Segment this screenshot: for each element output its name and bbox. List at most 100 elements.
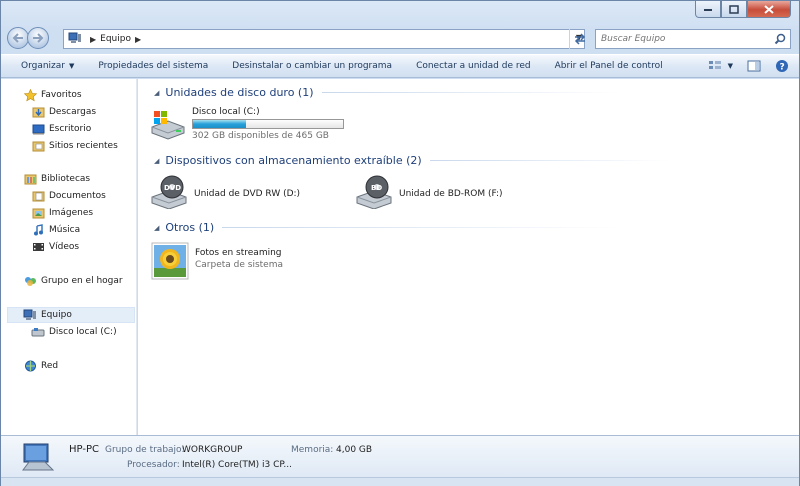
close-button[interactable] (747, 1, 791, 18)
pictures-icon (31, 206, 45, 220)
hard-drive-windows-icon (150, 109, 186, 144)
cpu-label: Procesador: (127, 460, 180, 470)
search-icon[interactable] (774, 33, 786, 48)
drive-dvd[interactable]: DVD Unidad de DVD RW (D:) (150, 175, 300, 212)
close-icon (764, 4, 774, 14)
minimize-icon (704, 9, 712, 11)
refresh-icon (574, 33, 585, 45)
item-label: Fotos en streaming (195, 248, 282, 258)
status-strip (1, 477, 799, 486)
computer-icon (68, 32, 82, 47)
nav-disco-local[interactable]: Disco local (C:) (31, 324, 117, 340)
cpu-value: Intel(R) Core(TM) i3 CP... (182, 460, 293, 470)
navigation-pane: Favoritos Descargas Escritorio Sitios re… (1, 79, 137, 435)
network-icon (23, 359, 37, 373)
hard-drive-icon (31, 325, 45, 339)
drive-label: Unidad de DVD RW (D:) (194, 189, 301, 199)
videos-icon (31, 240, 45, 254)
maximize-icon (729, 4, 739, 14)
open-control-panel-button[interactable]: Abrir el Panel de control (543, 61, 675, 71)
collapse-icon: ◢ (154, 88, 160, 97)
homegroup-icon (23, 274, 37, 288)
star-icon (23, 88, 37, 102)
documents-icon (31, 189, 45, 203)
computer-large-icon (21, 442, 57, 475)
view-tools: ▼ ? (708, 59, 789, 73)
desktop-icon (31, 122, 45, 136)
address-bar[interactable]: ▶ Equipo ▶ ▼ (63, 29, 585, 49)
breadcrumb-separator-icon[interactable]: ▶ (90, 35, 96, 44)
recent-places-icon (31, 139, 45, 153)
memory-label: Memoria: (291, 445, 334, 455)
workgroup-value: WORKGROUP (182, 445, 243, 455)
view-options-icon (708, 61, 721, 69)
nav-escritorio[interactable]: Escritorio (31, 121, 91, 137)
disk-usage-fill (193, 120, 246, 128)
breadcrumb-next-icon[interactable]: ▶ (135, 35, 141, 44)
nav-bibliotecas[interactable]: Bibliotecas (23, 171, 90, 187)
search-box[interactable] (595, 29, 791, 49)
music-icon (31, 223, 45, 237)
command-bar: Organizar ▼ Propiedades del sistema Desin… (1, 54, 799, 78)
collapse-icon: ◢ (154, 223, 160, 232)
group-divider (321, 92, 622, 93)
drive-bd-rom[interactable]: BD Unidad de BD-ROM (F:) (355, 175, 503, 212)
nav-descargas[interactable]: Descargas (31, 104, 96, 120)
nav-grupo-hogar[interactable]: Grupo en el hogar (23, 273, 123, 289)
details-pane: HP-PC Grupo de trabajo: WORKGROUP Memori… (1, 435, 799, 477)
downloads-folder-icon (31, 105, 45, 119)
back-button[interactable] (7, 27, 29, 49)
nav-videos[interactable]: Vídeos (31, 239, 79, 255)
group-header-otros[interactable]: ◢ Otros (1) (154, 221, 623, 234)
disk-usage-bar (192, 119, 344, 129)
group-divider (222, 227, 623, 228)
chevron-down-icon: ▼ (69, 62, 75, 70)
forward-button[interactable] (27, 27, 49, 49)
nav-equipo[interactable]: Equipo (7, 307, 135, 323)
maximize-button[interactable] (721, 1, 747, 18)
system-properties-button[interactable]: Propiedades del sistema (86, 61, 220, 71)
group-divider (429, 160, 670, 161)
nav-documentos[interactable]: Documentos (31, 188, 106, 204)
item-fotos-streaming[interactable]: Fotos en streaming Carpeta de sistema (151, 242, 283, 283)
nav-musica[interactable]: Música (31, 222, 80, 238)
workgroup-label: Grupo de trabajo: (105, 445, 185, 455)
nav-favoritos[interactable]: Favoritos (23, 87, 82, 103)
dvd-drive-icon: DVD (150, 175, 188, 212)
window-controls (695, 1, 791, 19)
search-input[interactable] (601, 34, 771, 44)
nav-red[interactable]: Red (23, 358, 58, 374)
drive-label: Unidad de BD-ROM (F:) (399, 189, 503, 199)
item-type: Carpeta de sistema (195, 260, 283, 270)
drive-free-space: 302 GB disponibles de 465 GB (192, 131, 329, 141)
group-header-hdd[interactable]: ◢ Unidades de disco duro (1) (154, 86, 622, 99)
sunflower-photo-icon (151, 242, 189, 283)
drive-disco-local[interactable]: Disco local (C:) 302 GB disponibles de 4… (150, 107, 344, 144)
nav-sitios-recientes[interactable]: Sitios recientes (31, 138, 118, 154)
computer-icon (23, 308, 37, 322)
change-view-button[interactable]: ▼ (708, 60, 733, 72)
svg-text:BD: BD (371, 184, 382, 192)
back-arrow-icon (12, 33, 23, 43)
help-icon[interactable]: ? (775, 59, 789, 73)
minimize-button[interactable] (695, 1, 721, 18)
explorer-window: ▶ Equipo ▶ ▼ Organizar▼ Propiedades del … (0, 0, 800, 486)
memory-value: 4,00 GB (336, 445, 373, 455)
uninstall-program-button[interactable]: Desinstalar o cambiar un programa (220, 61, 404, 71)
svg-text:?: ? (780, 63, 785, 73)
libraries-icon (23, 172, 37, 186)
breadcrumb-equipo[interactable]: Equipo (100, 34, 131, 44)
refresh-button[interactable] (569, 29, 589, 49)
bd-drive-icon: BD (355, 175, 393, 212)
group-header-removable[interactable]: ◢ Dispositivos con almacenamiento extraí… (154, 154, 670, 167)
map-network-drive-button[interactable]: Conectar a unidad de red (404, 61, 543, 71)
history-buttons (7, 27, 49, 49)
collapse-icon: ◢ (154, 156, 160, 165)
svg-text:DVD: DVD (164, 184, 181, 192)
organize-menu[interactable]: Organizar ▼ (1, 61, 86, 71)
content-pane: ◢ Unidades de disco duro (1) Disco local… (138, 79, 799, 435)
nav-imagenes[interactable]: Imágenes (31, 205, 93, 221)
pc-name: HP-PC (69, 444, 99, 455)
preview-pane-icon[interactable] (747, 60, 761, 72)
drive-label: Disco local (C:) (192, 107, 260, 117)
